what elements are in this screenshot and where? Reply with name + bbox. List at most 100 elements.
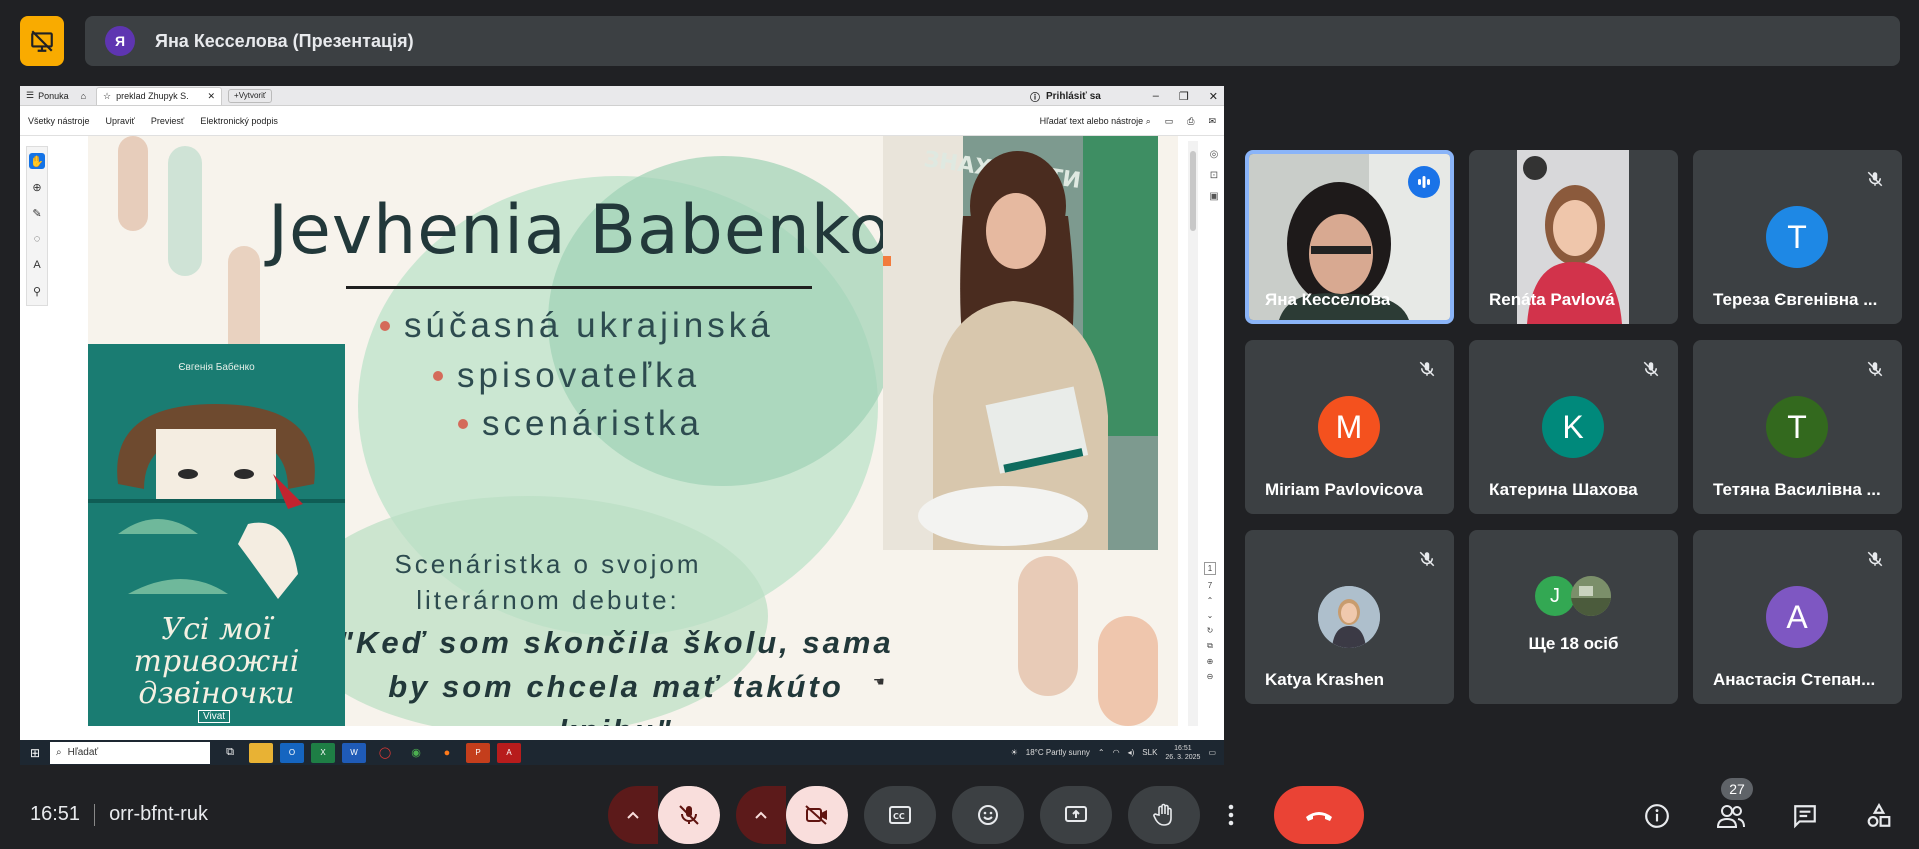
emoji-reactions-button[interactable]: [952, 786, 1024, 844]
people-button[interactable]: 27: [1715, 778, 1753, 832]
search-icon: ⌕: [1145, 115, 1151, 126]
weather-icon: ☀: [1010, 748, 1018, 757]
bookmark-icon[interactable]: ⊡: [1210, 170, 1218, 181]
participant-name: Miriam Pavlovicova: [1265, 480, 1423, 499]
document-tab[interactable]: ☆ preklad Zhupyk S. ✕: [96, 86, 223, 105]
edit-menu[interactable]: Upraviť: [106, 116, 135, 126]
audio-options-button[interactable]: [608, 786, 658, 844]
zoom-tool-icon[interactable]: ⊕: [29, 179, 45, 195]
mail-icon[interactable]: ✉: [1208, 116, 1216, 127]
shared-screen: ☰ Ponuka ⌂ ☆ preklad Zhupyk S. ✕ + Vytvoriť…: [20, 86, 1224, 765]
text-tool-icon[interactable]: A: [29, 257, 45, 273]
excel-icon[interactable]: X: [311, 742, 335, 763]
author-photo: ЗНАХОДИТИ: [883, 136, 1158, 550]
close-tab-icon[interactable]: ✕: [208, 91, 216, 102]
word-icon[interactable]: W: [342, 742, 366, 763]
refresh-icon[interactable]: ↻: [1207, 626, 1214, 635]
raise-hand-button[interactable]: [1128, 786, 1200, 844]
comment-icon[interactable]: ◎: [1210, 149, 1219, 160]
participant-tile[interactable]: Renáta Pavlová: [1469, 150, 1678, 324]
close-window-icon[interactable]: ✕: [1209, 90, 1218, 103]
taskbar-date: 26. 3. 2025: [1165, 753, 1201, 761]
participant-tile[interactable]: A Анастасія Степан...: [1693, 530, 1902, 704]
participant-tile[interactable]: T Тетяна Василівна ...: [1693, 340, 1902, 514]
outlook-icon[interactable]: O: [280, 742, 304, 763]
powerpoint-icon[interactable]: P: [466, 742, 490, 763]
all-tools-menu[interactable]: Všetky nástroje: [28, 116, 90, 126]
zoom-in-icon[interactable]: ⊕: [1207, 657, 1214, 666]
bullet-dot: [433, 371, 443, 381]
participant-count-badge: 27: [1721, 778, 1753, 800]
zoom-out-icon[interactable]: ⊖: [1207, 672, 1214, 681]
taskbar-search-label: Hľadať: [67, 747, 99, 758]
participant-tile[interactable]: T Тереза Євгенівна ...: [1693, 150, 1902, 324]
star-icon[interactable]: ☆: [103, 91, 111, 102]
restore-icon[interactable]: ❐: [1179, 90, 1189, 103]
page-down-icon[interactable]: ⌄: [1207, 611, 1214, 620]
mic-toggle-button[interactable]: [658, 786, 720, 844]
participant-tile[interactable]: M Miriam Pavlovicova: [1245, 340, 1454, 514]
presenter-avatar: Я: [105, 26, 135, 56]
viewer-menu[interactable]: ☰ Ponuka: [20, 86, 75, 106]
taskbar-time: 16:51: [1174, 744, 1192, 752]
meeting-details-icon[interactable]: [1641, 800, 1673, 832]
mic-off-icon: [1416, 358, 1438, 380]
captions-button[interactable]: CC: [864, 786, 936, 844]
scrollbar-thumb[interactable]: [1190, 151, 1196, 231]
esign-menu[interactable]: Elektronický podpis: [200, 116, 278, 126]
stamp-tool-icon[interactable]: ⚲: [29, 283, 45, 299]
home-icon[interactable]: ⌂: [75, 86, 92, 106]
firefox-icon[interactable]: ●: [435, 743, 459, 763]
volume-icon[interactable]: ◂): [1128, 748, 1135, 757]
page-up-icon[interactable]: ⌃: [1207, 596, 1214, 605]
chat-icon[interactable]: [1789, 800, 1821, 832]
minimize-icon[interactable]: –: [1153, 90, 1159, 102]
taskbar-clock[interactable]: 16:51 26. 3. 2025: [1165, 744, 1200, 762]
mic-off-icon: [1864, 168, 1886, 190]
video-options-button[interactable]: [736, 786, 786, 844]
copy-icon[interactable]: ⧉: [1207, 641, 1213, 651]
task-view-icon[interactable]: ⧉: [218, 743, 242, 763]
notification-icon[interactable]: ▭: [1208, 748, 1216, 757]
participant-tile[interactable]: Яна Кесселова: [1245, 150, 1454, 324]
file-explorer-icon[interactable]: [249, 742, 273, 763]
pen-tool-icon[interactable]: ✎: [29, 205, 45, 221]
pages-icon[interactable]: ▣: [1209, 191, 1218, 202]
new-tab-button[interactable]: + Vytvoriť: [228, 88, 272, 103]
more-participants-tile[interactable]: J Ще 18 осіб: [1469, 530, 1678, 704]
signin-button[interactable]: ⓘ Prihlásiť sa: [1030, 86, 1101, 106]
taskbar-search[interactable]: ⌕ Hľadať: [50, 741, 210, 764]
present-screen-button[interactable]: [1040, 786, 1112, 844]
windows-start-icon[interactable]: ⊞: [20, 740, 50, 765]
activities-icon[interactable]: [1863, 800, 1895, 832]
print-icon[interactable]: ⎙: [1187, 116, 1194, 127]
title-divider: [346, 286, 812, 289]
tray-arrow-icon[interactable]: ⌃: [1098, 748, 1105, 757]
hand-tool-icon[interactable]: ✋: [29, 153, 45, 169]
slide-quote: "Keď som skončila školu, sama by som chc…: [338, 625, 894, 726]
vertical-scrollbar[interactable]: [1188, 141, 1198, 726]
meet-presentation-icon[interactable]: [20, 16, 64, 66]
network-icon[interactable]: ◠: [1113, 748, 1120, 757]
convert-menu[interactable]: Previesť: [151, 116, 184, 126]
more-options-icon[interactable]: [1216, 786, 1246, 844]
viewer-toolbar: Všetky nástroje Upraviť Previesť Elektro…: [20, 106, 1224, 136]
leave-call-button[interactable]: [1274, 786, 1364, 844]
camera-toggle-button[interactable]: [786, 786, 848, 844]
weather-text[interactable]: 18°C Partly sunny: [1026, 748, 1090, 757]
opera-icon[interactable]: ◯: [373, 743, 397, 763]
participant-avatar: T: [1766, 396, 1828, 458]
participant-tile[interactable]: Katya Krashen: [1245, 530, 1454, 704]
language-indicator[interactable]: SLK: [1142, 748, 1157, 757]
new-tab-label: Vytvoriť: [238, 91, 266, 100]
mic-off-icon: [1416, 548, 1438, 570]
save-icon[interactable]: ▭: [1165, 116, 1174, 127]
participant-tile[interactable]: K Катерина Шахова: [1469, 340, 1678, 514]
participant-photo-avatar: [1318, 586, 1380, 648]
lasso-tool-icon[interactable]: ◌: [29, 231, 45, 247]
current-page[interactable]: 1: [1203, 562, 1217, 575]
book-cover: Євгенія Бабенко Усі мої тривожні дзвіноч…: [88, 344, 345, 726]
chrome-icon[interactable]: ◉: [404, 743, 428, 763]
acrobat-icon[interactable]: A: [497, 742, 521, 763]
tool-search[interactable]: Hľadať text alebo nástroje ⌕: [1040, 116, 1151, 127]
